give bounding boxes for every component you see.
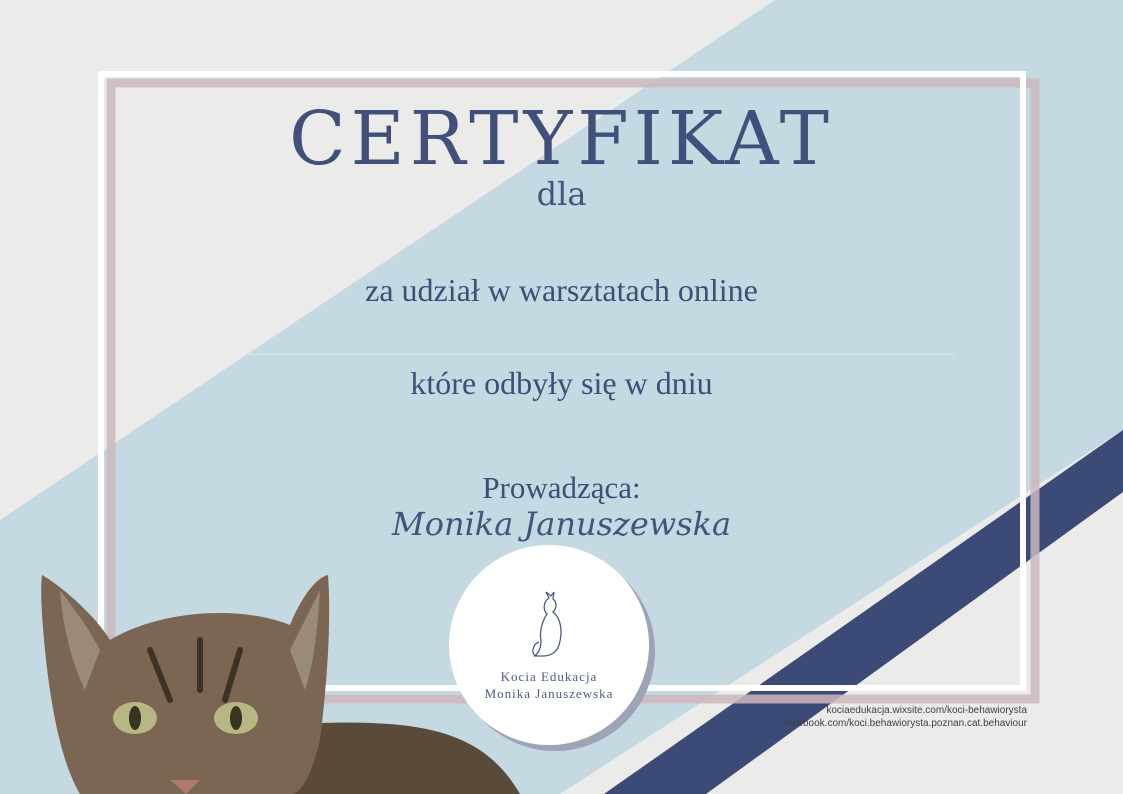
certificate-title: CERTYFIKAT [289,96,834,182]
contact-links: kociaedukacja.wixsite.com/koci-behawiory… [700,704,1027,730]
logo-badge: Kocia Edukacja Monika Januszewska [449,545,649,745]
cat-icon [532,591,562,657]
logo-line-2: Monika Januszewska [484,686,614,701]
instructor-signature: Monika Januszewska [391,505,732,543]
facebook-link[interactable]: facebook.com/koci.behawiorysta.poznan.ca… [700,717,1027,730]
instructor-label: Prowadząca: [482,470,641,505]
date-text: które odbyły się w dniu [410,365,713,401]
website-link[interactable]: kociaedukacja.wixsite.com/koci-behawiory… [700,704,1027,717]
logo-line-1: Kocia Edukacja [500,669,598,684]
recipient-intro: dla [536,175,587,213]
participation-text: za udział w warsztatach online [365,272,758,308]
